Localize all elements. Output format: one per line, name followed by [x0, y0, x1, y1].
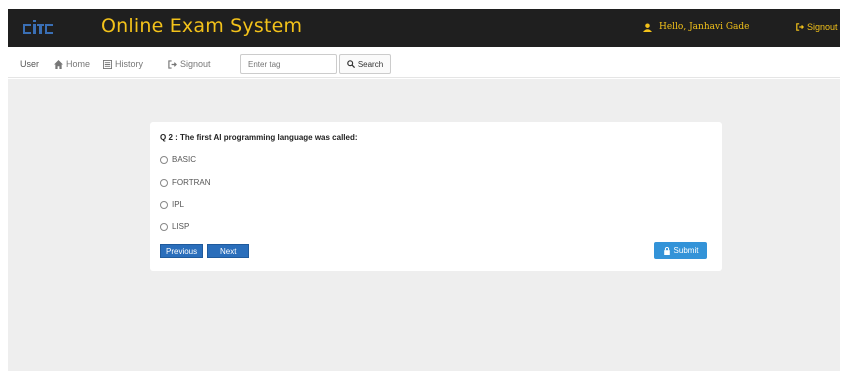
header-signout-link[interactable]: Signout	[796, 22, 838, 32]
header-signout-label: Signout	[807, 22, 838, 32]
search-button[interactable]: Search	[339, 54, 391, 74]
signout-icon	[796, 23, 804, 31]
question-text: Q 2 : The first AI programming language …	[160, 133, 358, 142]
submit-button-label: Submit	[673, 246, 699, 255]
radio-button[interactable]	[160, 155, 168, 164]
option-item[interactable]: LISP	[160, 222, 189, 231]
option-item[interactable]: FORTRAN	[160, 178, 211, 187]
option-item[interactable]: BASIC	[160, 155, 196, 164]
top-header: Online Exam System Hello, Janhavi Gade S…	[8, 9, 840, 47]
option-label: LISP	[172, 222, 190, 231]
submit-button[interactable]: Submit	[654, 242, 707, 259]
nav-item-label: History	[115, 59, 144, 69]
nav-item-label: Signout	[180, 59, 211, 69]
radio-button[interactable]	[160, 200, 168, 209]
next-button[interactable]: Next	[207, 244, 250, 258]
radio-button[interactable]	[160, 178, 168, 187]
greeting-text: Hello, Janhavi Gade	[659, 22, 750, 32]
radio-button[interactable]	[160, 222, 168, 231]
option-label: IPL	[172, 200, 185, 209]
search-icon	[347, 60, 355, 68]
search-input[interactable]	[240, 54, 337, 74]
option-label: FORTRAN	[172, 178, 211, 187]
home-icon	[54, 59, 63, 69]
user-icon	[643, 22, 652, 32]
navbar: User Home History Signout Enter tag Sear…	[8, 50, 840, 78]
nav-item-label: Home	[66, 59, 91, 69]
lock-icon	[663, 246, 670, 255]
option-item[interactable]: IPL	[160, 200, 184, 209]
app-title[interactable]: Online Exam System	[101, 15, 302, 37]
question-panel: Q 2 : The first AI programming language …	[150, 122, 722, 271]
nav-item-signout[interactable]: Signout	[168, 59, 211, 69]
nav-item-history[interactable]: History	[103, 59, 143, 69]
logo[interactable]	[23, 20, 53, 36]
user-greeting[interactable]: Hello, Janhavi Gade	[643, 22, 749, 32]
search-button-label: Search	[357, 59, 384, 69]
nav-item-home[interactable]: Home	[54, 59, 90, 69]
page: Online Exam System Hello, Janhavi Gade S…	[0, 0, 848, 371]
nav-brand[interactable]: User	[20, 59, 39, 69]
previous-button[interactable]: Previous	[160, 244, 204, 258]
history-icon	[103, 59, 112, 69]
signout-icon	[168, 59, 177, 69]
option-label: BASIC	[172, 155, 197, 164]
